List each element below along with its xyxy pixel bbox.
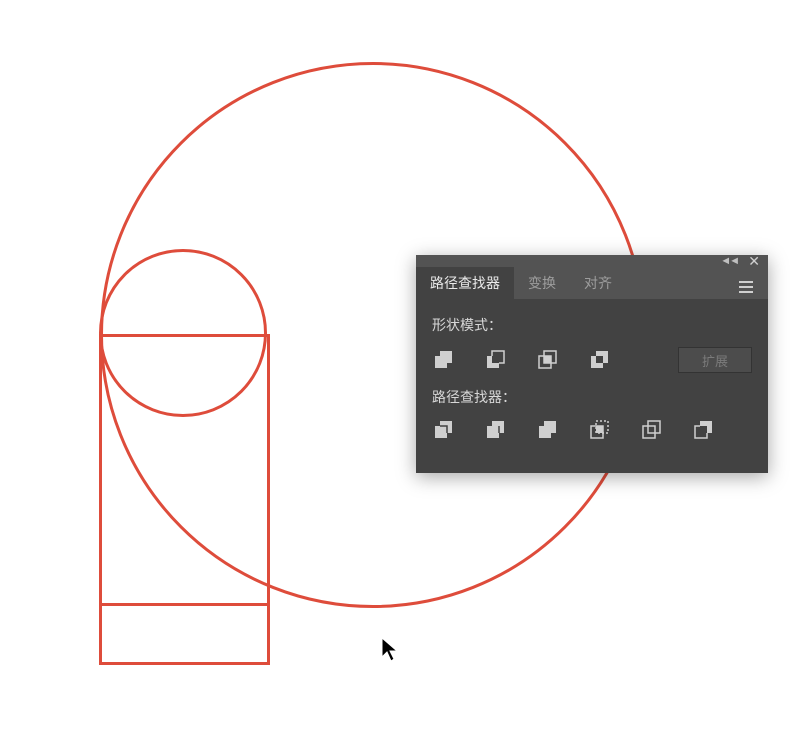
panel-collapse-button[interactable]: ◄◄ bbox=[720, 255, 738, 267]
tab-pathfinder[interactable]: 路径查找器 bbox=[416, 267, 514, 299]
tab-transform[interactable]: 变换 bbox=[514, 267, 570, 299]
outline-icon[interactable] bbox=[640, 419, 662, 441]
shape-modes-label: 形状模式： bbox=[432, 315, 752, 335]
trim-icon[interactable] bbox=[484, 419, 506, 441]
pathfinders-label: 路径查找器： bbox=[432, 387, 752, 407]
panel-close-button[interactable]: ✕ bbox=[748, 253, 760, 270]
pathfinder-panel: ◄◄ ✕ 路径查找器 变换 对齐 形状模式： 扩展 路径查找器： bbox=[416, 255, 768, 473]
minus-back-icon[interactable] bbox=[692, 419, 714, 441]
panel-tab-strip: 路径查找器 变换 对齐 bbox=[416, 267, 768, 299]
divide-icon[interactable] bbox=[432, 419, 454, 441]
panel-body: 形状模式： 扩展 路径查找器： bbox=[416, 299, 768, 473]
expand-button[interactable]: 扩展 bbox=[678, 347, 752, 373]
shape-modes-row: 扩展 bbox=[432, 347, 752, 373]
small-circle-path[interactable] bbox=[99, 249, 267, 417]
intersect-icon[interactable] bbox=[536, 349, 558, 371]
cursor-arrow-icon bbox=[381, 637, 399, 663]
exclude-icon[interactable] bbox=[588, 349, 610, 371]
crop-icon[interactable] bbox=[588, 419, 610, 441]
minus-front-icon[interactable] bbox=[484, 349, 506, 371]
panel-topbar: ◄◄ ✕ bbox=[416, 255, 768, 267]
rectangle-inner-line bbox=[101, 603, 269, 606]
hamburger-icon bbox=[739, 286, 753, 288]
panel-menu-button[interactable] bbox=[732, 276, 760, 291]
unite-icon[interactable] bbox=[432, 349, 454, 371]
merge-icon[interactable] bbox=[536, 419, 558, 441]
tab-align[interactable]: 对齐 bbox=[570, 267, 626, 299]
pathfinders-row bbox=[432, 419, 752, 441]
